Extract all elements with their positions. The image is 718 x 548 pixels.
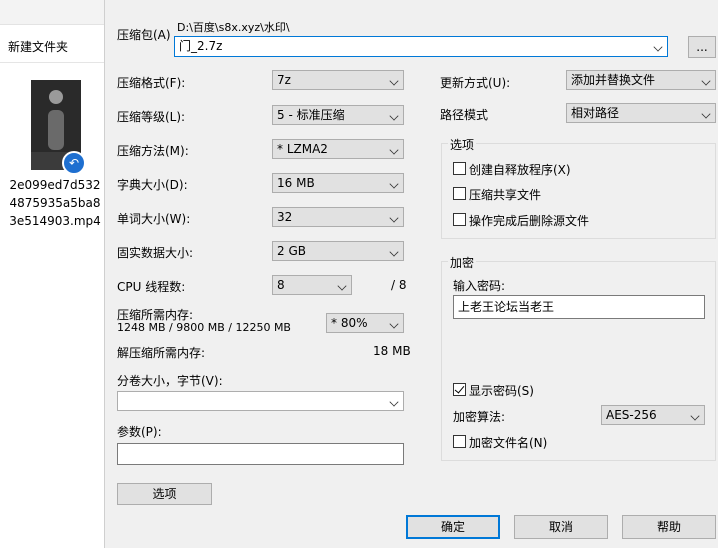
encrypt-names-label[interactable]: 加密文件名(N)	[469, 434, 547, 451]
sfx-checkbox[interactable]	[453, 162, 466, 175]
chevron-down-icon	[701, 109, 711, 119]
update-combo[interactable]: 添加并替换文件	[566, 70, 716, 90]
archive-path: D:\百度\s8x.xyz\水印\	[177, 21, 290, 34]
cancel-button[interactable]: 取消	[514, 515, 608, 539]
show-password-checkbox[interactable]	[453, 383, 466, 396]
chevron-down-icon	[389, 319, 399, 329]
params-label: 参数(P):	[117, 425, 162, 439]
encrypt-names-checkbox[interactable]	[453, 435, 466, 448]
chevron-down-icon	[389, 179, 399, 189]
chevron-down-icon	[389, 247, 399, 257]
password-label: 输入密码:	[453, 279, 506, 293]
split-label: 分卷大小，字节(V):	[117, 374, 223, 388]
threads-combo[interactable]: 8	[272, 275, 352, 295]
shared-label[interactable]: 压缩共享文件	[469, 186, 541, 203]
threads-label: CPU 线程数:	[117, 280, 186, 294]
delete-source-checkbox[interactable]	[453, 213, 466, 226]
level-value: 5 - 标准压缩	[277, 108, 345, 122]
mem-percent-combo[interactable]: * 80%	[326, 313, 404, 333]
format-combo[interactable]: 7z	[272, 70, 404, 90]
chevron-down-icon	[389, 213, 399, 223]
method-combo[interactable]: * LZMA2	[272, 139, 404, 159]
params-input[interactable]	[117, 443, 404, 465]
update-value: 添加并替换文件	[571, 73, 656, 87]
dict-value: 16 MB	[277, 176, 315, 190]
thumbnail-figure	[48, 110, 64, 150]
shared-checkbox[interactable]	[453, 187, 466, 200]
show-password-label[interactable]: 显示密码(S)	[469, 382, 534, 399]
word-label: 单词大小(W):	[117, 212, 191, 226]
path-mode-value: 相对路径	[571, 106, 620, 120]
format-value: 7z	[277, 73, 291, 87]
chevron-down-icon	[337, 281, 347, 291]
enc-method-label: 加密算法:	[453, 410, 506, 424]
dict-combo[interactable]: 16 MB	[272, 173, 404, 193]
delete-source-label[interactable]: 操作完成后删除源文件	[469, 212, 589, 229]
explorer-divider	[0, 62, 104, 63]
decomp-label: 解压缩所需内存:	[117, 346, 206, 360]
path-mode-label: 路径模式	[440, 108, 489, 122]
add-to-archive-dialog: 压缩包(A) D:\百度\s8x.xyz\水印\ 门_2.7z ... 压缩格式…	[104, 0, 718, 548]
chevron-down-icon	[389, 397, 399, 407]
dict-label: 字典大小(D):	[117, 178, 188, 192]
threads-value: 8	[277, 278, 285, 292]
options-group-title: 选项	[448, 136, 477, 153]
word-value: 32	[277, 210, 293, 224]
enc-method-value: AES-256	[606, 408, 657, 422]
share-overlay-icon: ↶	[62, 151, 86, 175]
archive-label: 压缩包(A)	[117, 28, 171, 42]
explorer-toolbar	[0, 0, 104, 25]
chevron-down-icon	[701, 76, 711, 86]
new-folder-item[interactable]: 新建文件夹	[8, 38, 68, 55]
chevron-down-icon	[389, 111, 399, 121]
mem-value: 1248 MB / 9800 MB / 12250 MB	[117, 321, 291, 334]
solid-combo[interactable]: 2 GB	[272, 241, 404, 261]
mem-percent-value: * 80%	[331, 316, 368, 330]
level-combo[interactable]: 5 - 标准压缩	[272, 105, 404, 125]
archive-name-value: 门_2.7z	[179, 39, 223, 53]
enc-method-combo[interactable]: AES-256	[601, 405, 705, 425]
password-input[interactable]: 上老王论坛当老王	[453, 295, 705, 319]
sfx-label[interactable]: 创建自释放程序(X)	[469, 161, 571, 178]
options-button[interactable]: 选项	[117, 483, 212, 505]
help-button[interactable]: 帮助	[622, 515, 716, 539]
ok-button[interactable]: 确定	[406, 515, 500, 539]
thumbnail-light	[49, 90, 63, 104]
solid-label: 固实数据大小:	[117, 246, 194, 260]
browse-button[interactable]: ...	[688, 36, 716, 58]
solid-value: 2 GB	[277, 244, 306, 258]
chevron-down-icon	[690, 411, 700, 421]
chevron-down-icon	[653, 42, 663, 52]
word-combo[interactable]: 32	[272, 207, 404, 227]
level-label: 压缩等级(L):	[117, 110, 186, 124]
chevron-down-icon	[389, 76, 399, 86]
decomp-value: 18 MB	[373, 344, 411, 358]
chevron-down-icon	[389, 145, 399, 155]
split-combo[interactable]	[117, 391, 404, 411]
encryption-group-title: 加密	[448, 254, 477, 271]
format-label: 压缩格式(F):	[117, 76, 186, 90]
threads-max: / 8	[391, 278, 407, 292]
file-name-label[interactable]: 2e099ed7d5324875935a5ba83e514903.mp4	[6, 176, 104, 230]
method-label: 压缩方法(M):	[117, 144, 189, 158]
method-value: * LZMA2	[277, 142, 328, 156]
update-label: 更新方式(U):	[440, 76, 511, 90]
path-mode-combo[interactable]: 相对路径	[566, 103, 716, 123]
archive-name-combo[interactable]: 门_2.7z	[174, 36, 668, 57]
